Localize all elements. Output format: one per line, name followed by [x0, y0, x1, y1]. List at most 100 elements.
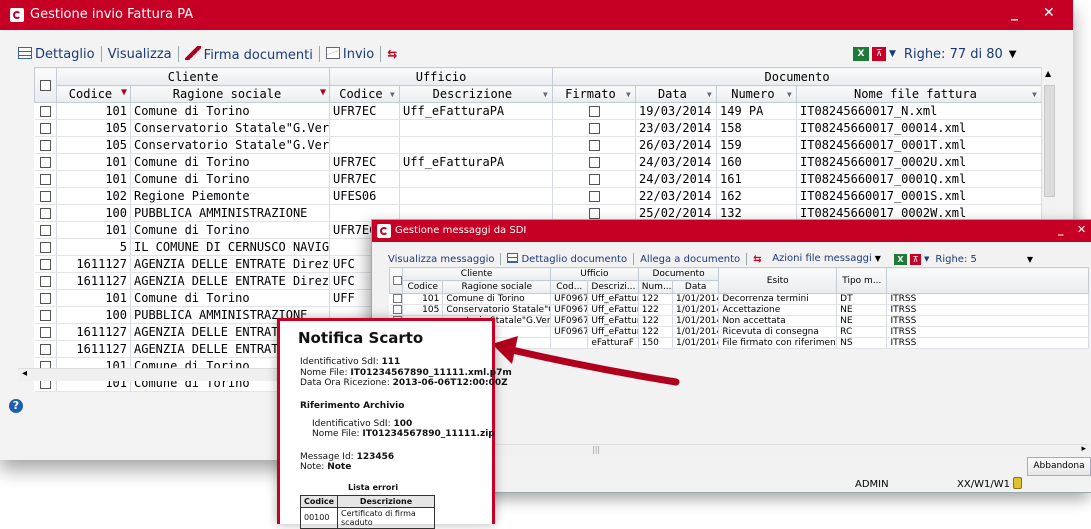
help-icon[interactable]: ? — [9, 399, 23, 413]
row-checkbox[interactable] — [39, 293, 51, 304]
sdi-col-esito[interactable]: Esito — [718, 267, 838, 294]
firmato-checkbox[interactable] — [588, 208, 600, 219]
allega-documento-button[interactable]: Allega a documento — [640, 254, 740, 265]
scroll-right-icon[interactable]: ▸ — [1081, 444, 1086, 454]
table-row[interactable]: 105Conservatorio Statale"G.Verdi" di Tor… — [34, 136, 1043, 154]
rows-dropdown-icon[interactable]: ▼ — [1009, 49, 1017, 60]
pdf-icon[interactable]: ⊼ — [872, 47, 886, 61]
sdi-col-codice[interactable]: Codice — [402, 280, 444, 294]
sdi-row-select-cell[interactable] — [389, 293, 404, 305]
row-checkbox[interactable] — [39, 208, 51, 219]
row-select-cell[interactable] — [34, 306, 57, 324]
row-select-cell[interactable] — [34, 289, 57, 307]
table-row[interactable]: 101 Comune di Torino UFR7EC Uff_eFatturaPA 1… — [34, 102, 1043, 120]
sdi-close-button[interactable]: ✕ — [1077, 223, 1086, 236]
filter-icon[interactable]: ▾ — [625, 87, 632, 101]
sdi-col-ragione[interactable]: Ragione sociale — [442, 280, 552, 294]
firmato-checkbox[interactable] — [588, 157, 600, 168]
azioni-file-messaggi-button[interactable]: ⇆ Azioni file messaggi ▼ — [753, 253, 881, 266]
row-checkbox[interactable] — [39, 310, 51, 321]
col-data[interactable]: Data ▾ — [635, 85, 718, 103]
row-checkbox[interactable] — [39, 106, 51, 117]
row-select-cell[interactable] — [34, 272, 57, 290]
close-button[interactable]: ✕ — [1043, 5, 1055, 21]
sdi-row-checkbox[interactable] — [392, 305, 402, 314]
row-select-cell[interactable] — [34, 204, 57, 222]
abbandona-button[interactable]: Abbandona — [1027, 457, 1091, 476]
table-row[interactable]: 102 Regione Piemonte UFES06 22/03/2014 162 IT… — [34, 187, 1043, 205]
cell-firmato[interactable] — [552, 187, 637, 205]
invio-button[interactable]: Invio — [325, 46, 374, 62]
select-all-checkbox[interactable] — [40, 80, 51, 91]
row-select-cell[interactable] — [34, 102, 57, 120]
firmato-checkbox[interactable] — [588, 191, 600, 202]
cell-firmato[interactable] — [552, 102, 637, 120]
sdi-table-row[interactable]: 105Conservatorio Statale"G.Verdi" di Tor… — [389, 304, 1089, 316]
dettaglio-documento-button[interactable]: Dettaglio documento — [507, 253, 627, 265]
cell-firmato[interactable] — [552, 136, 637, 154]
filter-active-icon[interactable]: ▼ — [121, 87, 127, 98]
sdi-minimize-button[interactable]: _ — [1058, 223, 1064, 236]
scrollbar-grip-icon[interactable]: ||| — [592, 445, 600, 454]
dettaglio-button[interactable]: Dettaglio — [18, 46, 95, 62]
sdi-rows-dropdown-icon[interactable]: ▼ — [1027, 255, 1033, 264]
row-checkbox[interactable] — [39, 259, 51, 270]
firmato-checkbox[interactable] — [588, 174, 600, 185]
excel-icon[interactable]: X — [894, 253, 907, 265]
main-titlebar[interactable]: Gestione invio Fattura PA _ ✕ — [0, 0, 1073, 30]
col-numero[interactable]: Numero ▾ — [716, 85, 798, 103]
row-checkbox[interactable] — [39, 327, 51, 338]
sdi-titlebar[interactable]: Gestione messaggi da SDI _ ✕ — [372, 220, 1091, 242]
firmato-checkbox[interactable] — [588, 123, 600, 134]
row-checkbox[interactable] — [39, 242, 51, 253]
table-row[interactable]: 101 Comune di Torino UFR7EC 24/03/2014 161 IT… — [34, 170, 1043, 188]
col-descrizione[interactable]: Descrizione ▾ — [399, 85, 554, 103]
scroll-left-icon[interactable]: ◂ — [22, 368, 27, 379]
sdi-row-select-cell[interactable] — [389, 304, 404, 316]
row-select-cell[interactable] — [34, 119, 57, 137]
sdi-col-descrizi[interactable]: Descrizi... — [587, 280, 639, 294]
filter-icon[interactable]: ▾ — [786, 87, 793, 101]
minimize-button[interactable]: _ — [1011, 5, 1018, 21]
col-uff-codice[interactable]: Codice ▾ — [329, 85, 401, 103]
row-select-cell[interactable] — [34, 221, 57, 239]
table-row[interactable]: 105Conservatorio Statale"G.Verdi" di Tor… — [34, 119, 1043, 137]
scroll-up-icon[interactable]: ▲ — [1045, 69, 1051, 78]
sdi-select-all-checkbox[interactable] — [393, 275, 402, 285]
cell-firmato[interactable] — [552, 119, 637, 137]
row-checkbox[interactable] — [39, 123, 51, 134]
pdf-dropdown-icon[interactable]: ▼ — [924, 255, 929, 263]
row-select-cell[interactable] — [34, 323, 57, 341]
pdf-dropdown-icon[interactable]: ▼ — [889, 49, 896, 59]
row-select-cell[interactable] — [34, 187, 57, 205]
row-select-cell[interactable] — [34, 255, 57, 273]
cell-firmato[interactable] — [552, 170, 637, 188]
cell-firmato[interactable] — [552, 153, 637, 171]
sdi-select-all-cell[interactable] — [388, 267, 404, 294]
pdf-icon[interactable]: ⊼ — [910, 253, 921, 265]
sdi-col-tipo[interactable]: Tipo m... — [836, 267, 888, 294]
sdi-row-checkbox[interactable] — [392, 294, 402, 303]
col-nome-file[interactable]: Nome file fattura ▾ — [796, 85, 1043, 103]
firmato-checkbox[interactable] — [588, 140, 600, 151]
filter-icon[interactable]: ▾ — [389, 87, 396, 101]
select-all-checkbox-cell[interactable] — [34, 67, 57, 103]
row-checkbox[interactable] — [39, 157, 51, 168]
sdi-table-row[interactable]: 101Comune di TorinoUF0967Uff_eFatturaF12… — [389, 293, 1089, 305]
row-select-cell[interactable] — [34, 136, 57, 154]
col-firmato[interactable]: Firmato ▾ — [552, 85, 637, 103]
row-select-cell[interactable] — [34, 170, 57, 188]
filter-icon[interactable]: ▾ — [1031, 87, 1038, 101]
sdi-col-cod[interactable]: Cod... — [550, 280, 589, 294]
col-ragione-sociale[interactable]: Ragione sociale ▼ — [129, 85, 331, 103]
filter-icon[interactable]: ▾ — [706, 87, 713, 101]
row-checkbox[interactable] — [39, 140, 51, 151]
visualizza-messaggio-button[interactable]: Visualizza messaggio — [388, 254, 494, 265]
sdi-col-data[interactable]: Data — [671, 280, 720, 294]
visualizza-button[interactable]: Visualizza — [108, 47, 172, 62]
filter-active-icon[interactable]: ▼ — [320, 87, 326, 98]
excel-icon[interactable]: X — [853, 47, 869, 61]
row-checkbox[interactable] — [39, 174, 51, 185]
row-select-cell[interactable] — [34, 340, 57, 358]
col-codice[interactable]: Codice ▼ — [56, 85, 131, 103]
